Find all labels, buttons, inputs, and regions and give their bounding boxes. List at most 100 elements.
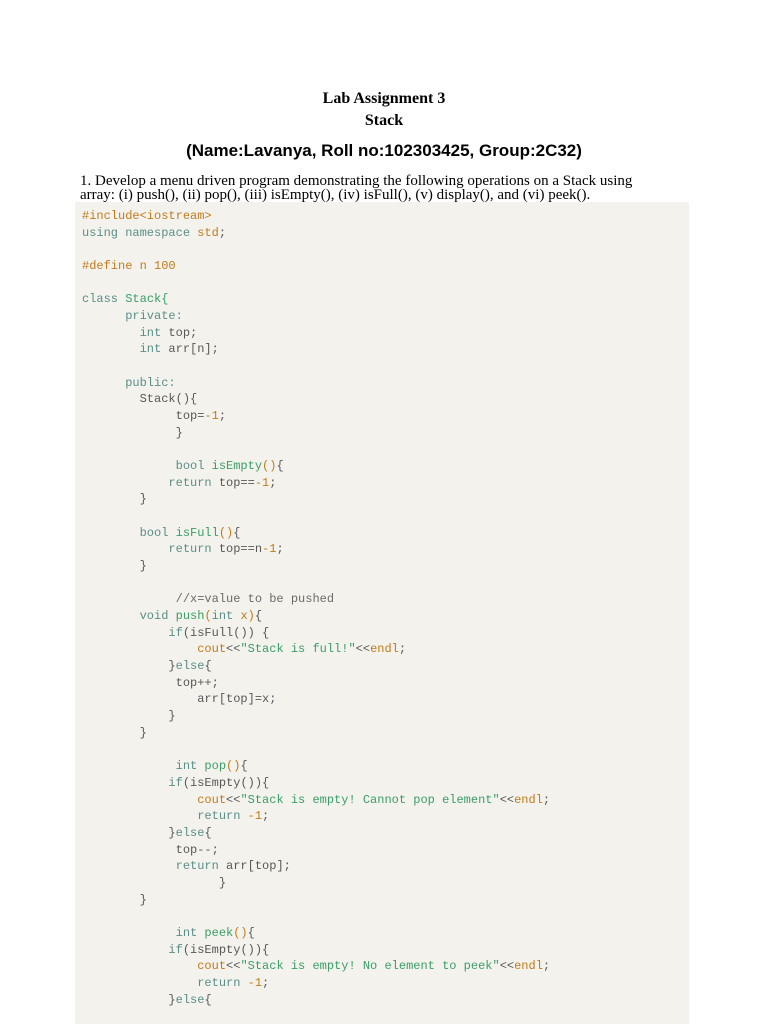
- code-line: //x=value to be pushed: [82, 591, 550, 608]
- code-token: }: [82, 892, 147, 907]
- code-line: class Stack{: [82, 291, 550, 308]
- code-token: <<: [226, 792, 241, 807]
- code-line: top=-1;: [82, 408, 550, 425]
- code-token: pop: [204, 759, 227, 774]
- code-token: ;: [398, 642, 407, 657]
- code-token: }: [82, 659, 176, 674]
- code-line: return -1;: [82, 975, 550, 992]
- code-line: int pop(){: [82, 758, 550, 775]
- code-token: x): [240, 609, 255, 624]
- code-token: top;: [168, 325, 198, 340]
- code-token: return: [82, 542, 219, 557]
- code-token: (): [218, 525, 234, 540]
- code-token: endl: [370, 642, 399, 657]
- code-token: (): [262, 459, 277, 474]
- code-token: (isEmpty()){: [182, 775, 270, 790]
- code-token: #include<iostream>: [82, 209, 212, 223]
- code-token: endl: [514, 959, 543, 974]
- code-token: int: [82, 759, 205, 774]
- code-line: return arr[top];: [82, 858, 550, 875]
- code-token: (: [204, 609, 212, 624]
- code-token: peek: [204, 925, 234, 940]
- code-line: }: [82, 558, 550, 575]
- code-token: <<: [355, 642, 371, 657]
- code-token: }: [82, 425, 183, 440]
- code-token: top++;: [82, 675, 219, 690]
- code-token: }: [82, 559, 147, 574]
- code-token: //x=value to be pushed: [82, 592, 335, 607]
- code-line: }: [82, 491, 550, 508]
- code-token: #define n 100: [82, 259, 176, 274]
- code-token: std: [197, 225, 219, 240]
- code-token: ;: [276, 542, 284, 557]
- code-token: int: [82, 325, 169, 340]
- code-line: bool isEmpty(){: [82, 458, 550, 475]
- code-line: }: [82, 875, 550, 892]
- code-line: }: [82, 725, 550, 742]
- code-line: int peek(){: [82, 925, 550, 942]
- code-token: }: [82, 825, 176, 840]
- code-token: "Stack is full!": [240, 642, 356, 657]
- code-token: -1: [204, 409, 219, 424]
- code-line: top--;: [82, 842, 550, 859]
- code-line: cout<<"Stack is empty! No element to pee…: [82, 958, 550, 975]
- code-token: (isEmpty()){: [182, 942, 270, 957]
- code-line: }else{: [82, 825, 550, 842]
- code-token: <<: [499, 792, 515, 807]
- code-token: isFull: [175, 525, 219, 540]
- code-token: }: [82, 709, 176, 724]
- code-lines: #include<iostream> using namespace std; #d…: [82, 208, 550, 1008]
- code-token: private:: [82, 309, 183, 324]
- code-line: cout<<"Stack is empty! Cannot pop elemen…: [82, 792, 550, 809]
- code-token: }: [82, 992, 176, 1007]
- code-token: ;: [218, 409, 227, 424]
- code-token: <<: [226, 959, 241, 974]
- code-line: #define n 100: [82, 258, 550, 275]
- code-token: arr[top]=x;: [82, 692, 277, 707]
- code-token: -1: [262, 542, 277, 557]
- code-token: int: [82, 925, 205, 940]
- code-line: int arr[n];: [82, 341, 550, 358]
- code-line: using namespace std;: [82, 225, 550, 242]
- code-token: (): [226, 759, 241, 774]
- assignment-title: Lab Assignment 3: [322, 90, 446, 107]
- code-token: if: [82, 942, 183, 957]
- code-line: return -1;: [82, 808, 550, 825]
- code-token: cout: [82, 792, 227, 807]
- code-token: -1: [247, 809, 263, 824]
- question: 1. Develop a menu driven program demonst…: [80, 174, 680, 203]
- code-token: {: [254, 609, 263, 624]
- code-line: }: [82, 425, 550, 442]
- code-line: Stack(){: [82, 391, 550, 408]
- code-token: isEmpty: [211, 459, 263, 474]
- code-line: arr[top]=x;: [82, 691, 550, 708]
- code-token: ;: [218, 225, 227, 240]
- code-line: if(isFull()) {: [82, 625, 550, 642]
- code-token: top--;: [82, 842, 219, 857]
- code-token: return: [82, 975, 248, 990]
- code-line: if(isEmpty()){: [82, 775, 550, 792]
- student-info: (Name:Lavanya, Roll no:102303425, Group:…: [186, 141, 582, 160]
- code-token: else: [175, 825, 205, 840]
- code-token: (): [233, 925, 248, 940]
- code-line: public:: [82, 375, 550, 392]
- code-token: cout: [82, 642, 227, 657]
- code-line: private:: [82, 308, 550, 325]
- code-line: if(isEmpty()){: [82, 942, 550, 959]
- code-token: ;: [542, 792, 551, 807]
- code-line: bool isFull(){: [82, 525, 550, 542]
- code-line: int top;: [82, 325, 550, 342]
- code-token: {: [204, 825, 212, 840]
- code-token: "Stack is empty! No element to peek": [240, 959, 500, 974]
- code-token: <<: [226, 642, 241, 657]
- code-line: }else{: [82, 992, 550, 1009]
- code-token: Stack{: [125, 292, 169, 307]
- code-token: class: [82, 292, 126, 307]
- code-token: Stack(){: [82, 392, 198, 407]
